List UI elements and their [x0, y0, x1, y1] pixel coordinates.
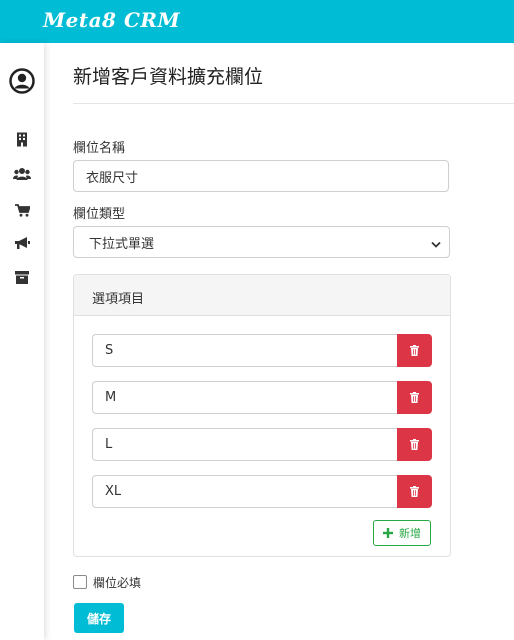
required-label: 欄位必填 — [93, 576, 142, 590]
megaphone-icon[interactable] — [0, 236, 44, 250]
save-button[interactable]: 儲存 — [74, 603, 124, 633]
delete-option-button-1[interactable] — [397, 334, 432, 367]
field-name-input[interactable]: 衣服尺寸 — [73, 160, 449, 192]
sidebar — [0, 43, 44, 640]
field-type-select[interactable]: 下拉式單選 — [73, 226, 450, 258]
trash-icon — [410, 345, 419, 356]
title-divider — [73, 103, 514, 104]
cart-icon[interactable] — [0, 204, 44, 217]
option-input-4[interactable]: XL — [92, 475, 398, 508]
page-title: 新增客戶資料擴充欄位 — [73, 66, 264, 88]
option-input-3[interactable]: L — [92, 428, 398, 461]
options-card: 選項項目 S M L XL 新增 — [73, 274, 451, 557]
users-icon[interactable] — [0, 167, 44, 181]
building-icon[interactable] — [0, 132, 44, 147]
top-bar: Meta8 CRM — [0, 0, 514, 43]
option-input-1[interactable]: S — [92, 334, 398, 367]
add-option-button[interactable]: 新增 — [373, 520, 431, 546]
trash-icon — [410, 439, 419, 450]
delete-option-button-2[interactable] — [397, 381, 432, 414]
required-checkbox[interactable] — [73, 575, 87, 589]
trash-icon — [410, 392, 419, 403]
trash-icon — [410, 486, 419, 497]
field-type-label: 欄位類型 — [73, 207, 126, 222]
field-name-value: 衣服尺寸 — [86, 170, 139, 186]
options-card-title: 選項項目 — [92, 292, 145, 307]
delete-option-button-4[interactable] — [397, 475, 432, 508]
user-circle-icon[interactable] — [0, 68, 44, 94]
field-name-label: 欄位名稱 — [73, 141, 126, 156]
archive-icon[interactable] — [0, 271, 44, 284]
add-option-label: 新增 — [399, 527, 421, 540]
field-type-value: 下拉式單選 — [89, 236, 155, 252]
option-input-2[interactable]: M — [92, 381, 398, 414]
plus-icon — [383, 528, 393, 538]
chevron-down-icon — [431, 238, 441, 253]
delete-option-button-3[interactable] — [397, 428, 432, 461]
brand-logo[interactable]: Meta8 CRM — [43, 8, 180, 32]
options-card-header: 選項項目 — [74, 275, 450, 316]
